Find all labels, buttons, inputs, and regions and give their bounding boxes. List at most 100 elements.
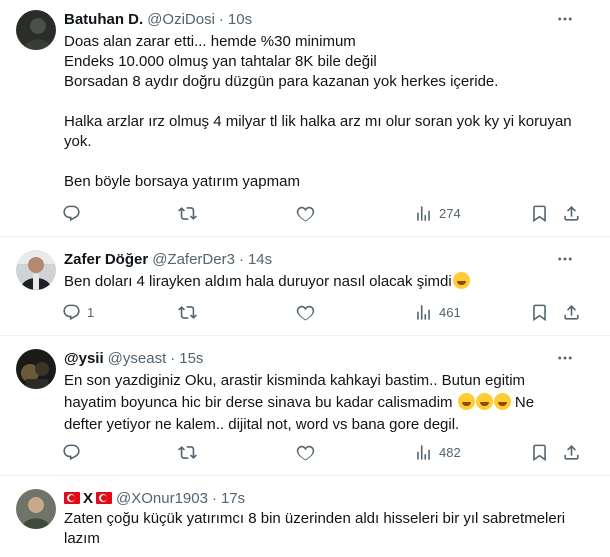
more-icon[interactable]: [556, 250, 574, 268]
reply-icon: [62, 303, 81, 322]
tweet-line: Ben böyle borsaya yatırım yapmam: [64, 173, 300, 190]
share-button[interactable]: [562, 300, 581, 324]
more-icon[interactable]: [556, 10, 574, 28]
separator: ·: [170, 349, 176, 367]
views-count: 482: [439, 444, 461, 460]
tweet[interactable]: Batuhan D. @OziDosi · 10s Doas alan zara…: [0, 0, 610, 237]
display-name[interactable]: X: [83, 490, 93, 507]
avatar[interactable]: [16, 489, 56, 529]
share-button[interactable]: [562, 440, 581, 464]
bookmark-icon: [530, 443, 549, 462]
user-handle[interactable]: @ZaferDer3: [152, 251, 235, 268]
views-icon: [414, 204, 433, 223]
tweet-line: En son yazdiginiz Oku, arastir kisminda …: [64, 372, 526, 389]
action-bar: 482: [60, 440, 594, 464]
tweet-text: Ben doları 4 lirayken aldım hala duruyor…: [64, 272, 590, 292]
avatar-image: [16, 349, 56, 389]
reply-icon: [62, 443, 81, 462]
tweet-line: Ben doları 4 lirayken aldım hala duruyor…: [64, 273, 452, 290]
views-button[interactable]: 482: [414, 440, 461, 464]
avatar[interactable]: [16, 250, 56, 290]
turkey-flag-icon: [96, 492, 113, 504]
reply-button[interactable]: [62, 201, 81, 225]
reply-button[interactable]: [62, 440, 81, 464]
tweet-line: lazım: [64, 530, 100, 547]
display-name[interactable]: Zafer Döğer: [64, 251, 148, 268]
share-icon: [562, 303, 581, 322]
views-icon: [414, 443, 433, 462]
action-bar: 1 461: [60, 300, 594, 324]
bookmark-button[interactable]: [530, 201, 549, 225]
views-count: 274: [439, 205, 461, 221]
bookmark-icon: [530, 303, 549, 322]
tweet-line: Ne: [514, 394, 535, 411]
tweet-line: Halka arzlar ırz olmuş 4 milyar tl lik h…: [64, 113, 572, 130]
views-icon: [414, 303, 433, 322]
avatar-image: [16, 10, 56, 50]
tweet[interactable]: X @XOnur1903 · 17s Zaten çoğu küçük yatı…: [0, 476, 610, 557]
like-icon: [296, 303, 315, 322]
like-button[interactable]: [296, 300, 315, 324]
more-icon[interactable]: [556, 349, 574, 367]
tweet-line: Endeks 10.000 olmuş yan tahtalar 8K bile…: [64, 53, 377, 70]
avatar[interactable]: [16, 349, 56, 389]
tweet-header: @ysii @yseast · 15s: [64, 348, 594, 368]
tweet-line: Zaten çoğu küçük yatırımcı 8 bin üzerind…: [64, 510, 566, 527]
tweet-line: hayatim boyunca hic bir derse sinava bu …: [64, 394, 453, 411]
laughing-emoji-icon: [457, 393, 475, 410]
bookmark-button[interactable]: [530, 300, 549, 324]
views-count: 461: [439, 304, 461, 320]
tweet-line: Borsadan 8 aydır doğru düzgün para kazan…: [64, 73, 499, 90]
turkey-flag-icon: [64, 492, 80, 504]
retweet-icon: [178, 204, 197, 223]
like-icon: [296, 204, 315, 223]
separator: ·: [218, 10, 224, 28]
retweet-button[interactable]: [178, 440, 197, 464]
retweet-button[interactable]: [178, 300, 197, 324]
bookmark-icon: [530, 204, 549, 223]
tweet-header: Zafer Döğer @ZaferDer3 · 14s: [64, 249, 594, 269]
display-name[interactable]: @ysii: [64, 350, 104, 367]
share-icon: [562, 204, 581, 223]
avatar-image: [16, 250, 56, 290]
reply-count: 1: [87, 304, 95, 320]
tweet[interactable]: @ysii @yseast · 15s En son yazdiginiz Ok…: [0, 336, 610, 476]
views-button[interactable]: 461: [414, 300, 461, 324]
tweet-header: Batuhan D. @OziDosi · 10s: [64, 9, 594, 29]
tweet[interactable]: Zafer Döğer @ZaferDer3 · 14s Ben doları …: [0, 237, 610, 336]
share-icon: [562, 443, 581, 462]
timestamp[interactable]: 17s: [221, 490, 245, 507]
views-button[interactable]: 274: [414, 201, 461, 225]
avatar-image: [16, 489, 56, 529]
timestamp[interactable]: 14s: [248, 251, 272, 268]
user-handle[interactable]: @XOnur1903: [116, 490, 208, 507]
like-button[interactable]: [296, 440, 315, 464]
timestamp[interactable]: 10s: [228, 11, 252, 28]
share-button[interactable]: [562, 201, 581, 225]
action-bar: 274: [60, 201, 594, 225]
grinning-emoji-icon: [452, 272, 470, 289]
retweet-icon: [178, 303, 197, 322]
tweet-text: En son yazdiginiz Oku, arastir kisminda …: [64, 370, 590, 436]
retweet-button[interactable]: [178, 201, 197, 225]
tweet-line: yok.: [64, 133, 92, 150]
avatar[interactable]: [16, 10, 56, 50]
timestamp[interactable]: 15s: [179, 350, 203, 367]
tweet-header: X @XOnur1903 · 17s: [64, 488, 594, 508]
separator: ·: [211, 489, 217, 507]
retweet-icon: [178, 443, 197, 462]
display-name[interactable]: Batuhan D.: [64, 11, 143, 28]
separator: ·: [238, 250, 244, 268]
user-handle[interactable]: @yseast: [108, 350, 167, 367]
user-handle[interactable]: @OziDosi: [147, 11, 215, 28]
tweet-text: Zaten çoğu küçük yatırımcı 8 bin üzerind…: [64, 509, 590, 549]
bookmark-button[interactable]: [530, 440, 549, 464]
like-icon: [296, 443, 315, 462]
like-button[interactable]: [296, 201, 315, 225]
laughing-emoji-icon: [493, 393, 511, 410]
reply-button[interactable]: 1: [62, 300, 94, 324]
tweet-line: defter yetiyor ne kalem.. dijital not, w…: [64, 416, 460, 433]
laughing-emoji-icon: [475, 393, 493, 410]
